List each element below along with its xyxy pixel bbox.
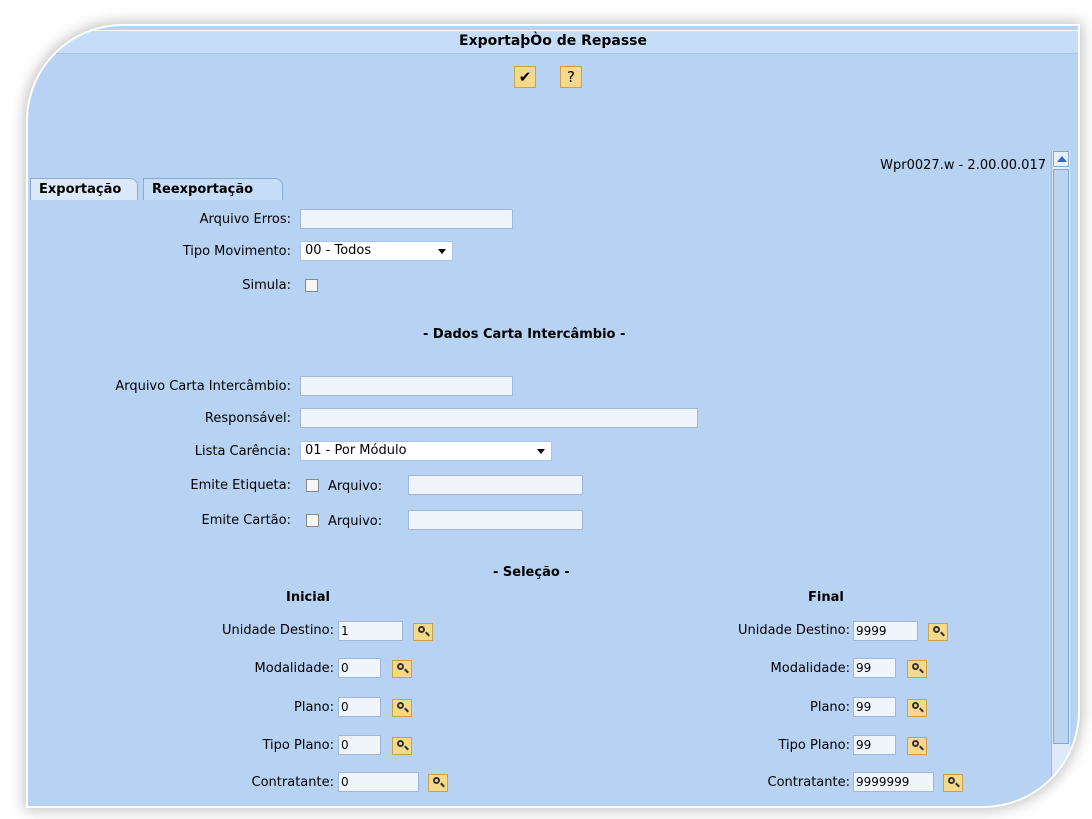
fin-tipo-plano-input[interactable]: 99 bbox=[853, 735, 896, 755]
tab-reexportacao[interactable]: Reexportação bbox=[143, 178, 283, 200]
search-icon[interactable] bbox=[907, 699, 927, 717]
ini-tipo-plano-label: Tipo Plano: bbox=[262, 738, 334, 753]
scroll-up-icon[interactable] bbox=[1053, 151, 1069, 167]
fin-unidade-label: Unidade Destino: bbox=[737, 623, 850, 638]
tipo-movimento-label: Tipo Movimento: bbox=[182, 244, 291, 259]
ini-tipo-plano-input[interactable]: 0 bbox=[338, 735, 381, 755]
ini-unidade-label: Unidade Destino: bbox=[221, 623, 334, 638]
search-icon[interactable] bbox=[392, 737, 412, 755]
version-label: Wpr0027.w - 2.00.00.017 bbox=[880, 158, 1046, 173]
fin-contratante-input[interactable]: 9999999 bbox=[853, 772, 934, 792]
search-icon[interactable] bbox=[943, 774, 963, 792]
arquivo-erros-label: Arquivo Erros: bbox=[199, 212, 291, 227]
fin-modalidade-label: Modalidade: bbox=[770, 661, 850, 676]
dados-carta-heading: - Dados Carta Intercâmbio - bbox=[423, 327, 626, 342]
arquivo-erros-input[interactable] bbox=[300, 209, 513, 229]
ini-plano-input[interactable]: 0 bbox=[338, 697, 381, 717]
ini-modalidade-label: Modalidade: bbox=[254, 661, 334, 676]
arquivo-carta-input[interactable] bbox=[300, 376, 513, 396]
emite-cartao-checkbox[interactable] bbox=[306, 514, 319, 527]
search-icon[interactable] bbox=[413, 623, 433, 641]
selecao-heading: - Seleção - bbox=[493, 565, 570, 580]
search-icon[interactable] bbox=[392, 699, 412, 717]
search-icon[interactable] bbox=[907, 737, 927, 755]
lista-carencia-select[interactable]: 01 - Por Módulo bbox=[300, 441, 552, 461]
search-icon[interactable] bbox=[428, 774, 448, 792]
help-button[interactable]: ? bbox=[560, 66, 582, 88]
ini-contratante-label: Contratante: bbox=[251, 775, 334, 790]
simula-label: Simula: bbox=[242, 278, 291, 293]
question-icon: ? bbox=[567, 68, 575, 86]
fin-modalidade-input[interactable]: 99 bbox=[853, 658, 896, 678]
window-title: ExportaþÒo de Repasse bbox=[459, 33, 647, 49]
emite-cartao-label: Emite Cartão: bbox=[201, 513, 291, 528]
fin-plano-label: Plano: bbox=[810, 700, 850, 715]
fin-plano-input[interactable]: 99 bbox=[853, 697, 896, 717]
confirm-button[interactable]: ✔ bbox=[514, 66, 536, 88]
scroll-thumb[interactable] bbox=[1053, 169, 1069, 744]
vertical-scrollbar[interactable] bbox=[1051, 151, 1070, 806]
check-icon: ✔ bbox=[518, 68, 532, 86]
ini-contratante-input[interactable]: 0 bbox=[338, 772, 419, 792]
lista-carencia-value: 01 - Por Módulo bbox=[305, 443, 407, 458]
responsavel-label: Responsável: bbox=[204, 411, 291, 426]
fin-tipo-plano-label: Tipo Plano: bbox=[778, 738, 850, 753]
cartao-arquivo-input[interactable] bbox=[408, 510, 583, 530]
tipo-movimento-value: 00 - Todos bbox=[305, 243, 372, 258]
responsavel-input[interactable] bbox=[300, 408, 698, 428]
final-heading: Final bbox=[808, 590, 844, 605]
ini-modalidade-input[interactable]: 0 bbox=[338, 658, 381, 678]
emite-etiqueta-label: Emite Etiqueta: bbox=[190, 478, 291, 493]
simula-checkbox[interactable] bbox=[305, 279, 318, 292]
etiqueta-arquivo-label: Arquivo: bbox=[328, 479, 383, 494]
search-icon[interactable] bbox=[928, 623, 948, 641]
inicial-heading: Inicial bbox=[286, 590, 330, 605]
cartao-arquivo-label: Arquivo: bbox=[328, 514, 383, 529]
arquivo-carta-label: Arquivo Carta Intercâmbio: bbox=[115, 379, 291, 394]
app-frame: ExportaþÒo de Repasse ✔ ? Wpr0027.w - 2.… bbox=[0, 0, 1092, 819]
title-bar: ExportaþÒo de Repasse bbox=[28, 30, 1078, 54]
chevron-down-icon bbox=[537, 449, 545, 454]
fin-contratante-label: Contratante: bbox=[767, 775, 850, 790]
chevron-down-icon bbox=[438, 249, 446, 254]
ini-plano-label: Plano: bbox=[294, 700, 334, 715]
tipo-movimento-select[interactable]: 00 - Todos bbox=[300, 241, 453, 261]
etiqueta-arquivo-input[interactable] bbox=[408, 475, 583, 495]
search-icon[interactable] bbox=[392, 660, 412, 678]
main-panel: ExportaþÒo de Repasse ✔ ? Wpr0027.w - 2.… bbox=[28, 26, 1078, 806]
search-icon[interactable] bbox=[907, 660, 927, 678]
ini-unidade-input[interactable]: 1 bbox=[338, 621, 403, 641]
emite-etiqueta-checkbox[interactable] bbox=[306, 479, 319, 492]
lista-carencia-label: Lista Carência: bbox=[194, 444, 291, 459]
fin-unidade-input[interactable]: 9999 bbox=[853, 621, 918, 641]
tab-exportacao[interactable]: Exportação bbox=[30, 178, 138, 200]
